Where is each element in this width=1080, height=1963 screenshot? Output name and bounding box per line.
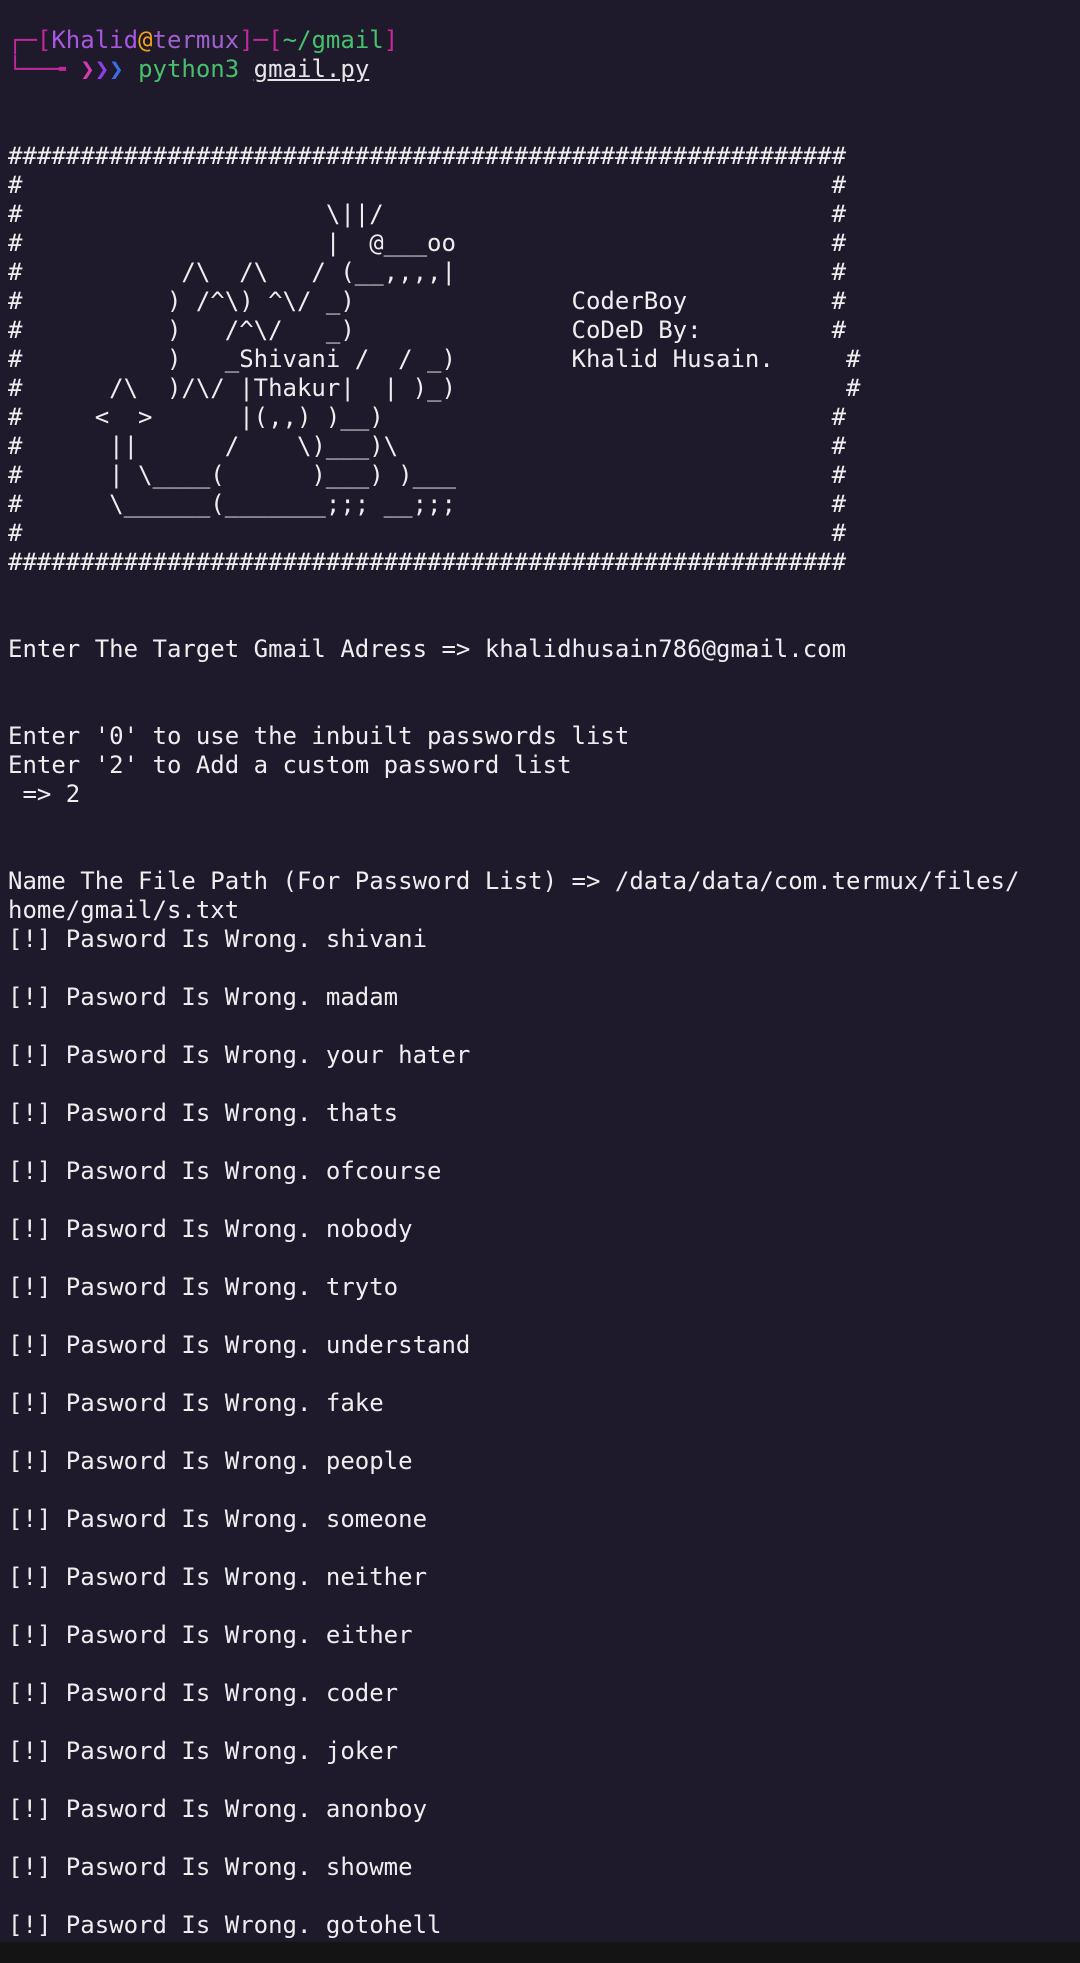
prompt-frame-bottom: └──╼ xyxy=(8,55,66,83)
banner-line: # # xyxy=(8,171,847,199)
prompt-directory: ~/gmail xyxy=(282,26,384,54)
command-name: python3 xyxy=(138,55,240,83)
attempt-line: [!] Pasword Is Wrong. coder xyxy=(8,1679,399,1707)
prompt-host: termux xyxy=(152,26,240,54)
attempt-line: [!] Pasword Is Wrong. gotohell xyxy=(8,1911,442,1939)
attempt-line: [!] Pasword Is Wrong. showme xyxy=(8,1853,413,1881)
target-gmail-prompt: Enter The Target Gmail Adress => khalidh… xyxy=(8,635,847,663)
banner-line: # /\ )/\/ |Thakur| | )_) # xyxy=(8,374,861,402)
file-path-prompt-continued: home/gmail/s.txt xyxy=(8,896,240,924)
attempt-line: [!] Pasword Is Wrong. shivani xyxy=(8,925,428,953)
attempt-line: [!] Pasword Is Wrong. your hater xyxy=(8,1041,471,1069)
banner-line: # /\ /\ / (__,,,,| # xyxy=(8,258,847,286)
banner-line: # ) _Shivani / / _) Khalid Husain. # xyxy=(8,345,861,373)
prompt-frame-open: ┌─[ xyxy=(8,26,52,54)
banner-line: # # xyxy=(8,519,847,547)
menu-choice: => 2 xyxy=(8,780,81,808)
attempt-line: [!] Pasword Is Wrong. ofcourse xyxy=(8,1157,442,1185)
attempt-line: [!] Pasword Is Wrong. neither xyxy=(8,1563,428,1591)
banner-line: ########################################… xyxy=(8,142,847,170)
command-line[interactable]: └──╼ ❯❯❯ python3 gmail.py xyxy=(8,55,369,84)
banner-line: # | @___oo # xyxy=(8,229,847,257)
banner-line: # | \____( )___) )___ # xyxy=(8,461,847,489)
attempt-line: [!] Pasword Is Wrong. someone xyxy=(8,1505,428,1533)
banner-line: # \______(_______;;; __;;; # xyxy=(8,490,847,518)
attempt-line: [!] Pasword Is Wrong. anonboy xyxy=(8,1795,428,1823)
chevron-right-icon: ❯ xyxy=(80,55,95,83)
attempt-line: [!] Pasword Is Wrong. fake xyxy=(8,1389,384,1417)
banner-line: # \||/ # xyxy=(8,200,847,228)
attempt-line: [!] Pasword Is Wrong. joker xyxy=(8,1737,399,1765)
command-argument: gmail.py xyxy=(253,55,370,83)
menu-option: Enter '0' to use the inbuilt passwords l… xyxy=(8,722,630,750)
banner-line: # ) /^\) ^\/ _) CoderBoy # xyxy=(8,287,847,315)
banner-line: ########################################… xyxy=(8,548,847,576)
file-path-prompt: Name The File Path (For Password List) =… xyxy=(8,867,1020,895)
banner-line: # < > |(,,) )__) # xyxy=(8,403,847,431)
termux-screen: { "prompt": { "frame_open": "┌─[", "user… xyxy=(0,0,1080,1963)
chevron-right-icon: ❯ xyxy=(109,55,124,83)
prompt-user: Khalid xyxy=(51,26,139,54)
prompt-line: ┌─[Khalid@termux]─[~/gmail] xyxy=(8,26,398,55)
attempt-line: [!] Pasword Is Wrong. madam xyxy=(8,983,399,1011)
banner-line: # ) /^\/ _) CoDeD By: # xyxy=(8,316,847,344)
attempt-line: [!] Pasword Is Wrong. people xyxy=(8,1447,413,1475)
prompt-frame-mid: ]─[ xyxy=(239,26,283,54)
attempt-line: [!] Pasword Is Wrong. thats xyxy=(8,1099,399,1127)
attempt-line: [!] Pasword Is Wrong. nobody xyxy=(8,1215,413,1243)
banner-line: # || / \)___)\ # xyxy=(8,432,847,460)
attempt-line: [!] Pasword Is Wrong. understand xyxy=(8,1331,471,1359)
chevron-right-icon: ❯ xyxy=(94,55,110,83)
attempt-line: [!] Pasword Is Wrong. either xyxy=(8,1621,413,1649)
menu-option: Enter '2' to Add a custom password list xyxy=(8,751,572,779)
attempt-line: [!] Pasword Is Wrong. tryto xyxy=(8,1273,399,1301)
prompt-at: @ xyxy=(138,26,153,54)
bottom-bar xyxy=(0,1942,1080,1963)
prompt-frame-close: ] xyxy=(383,26,399,54)
